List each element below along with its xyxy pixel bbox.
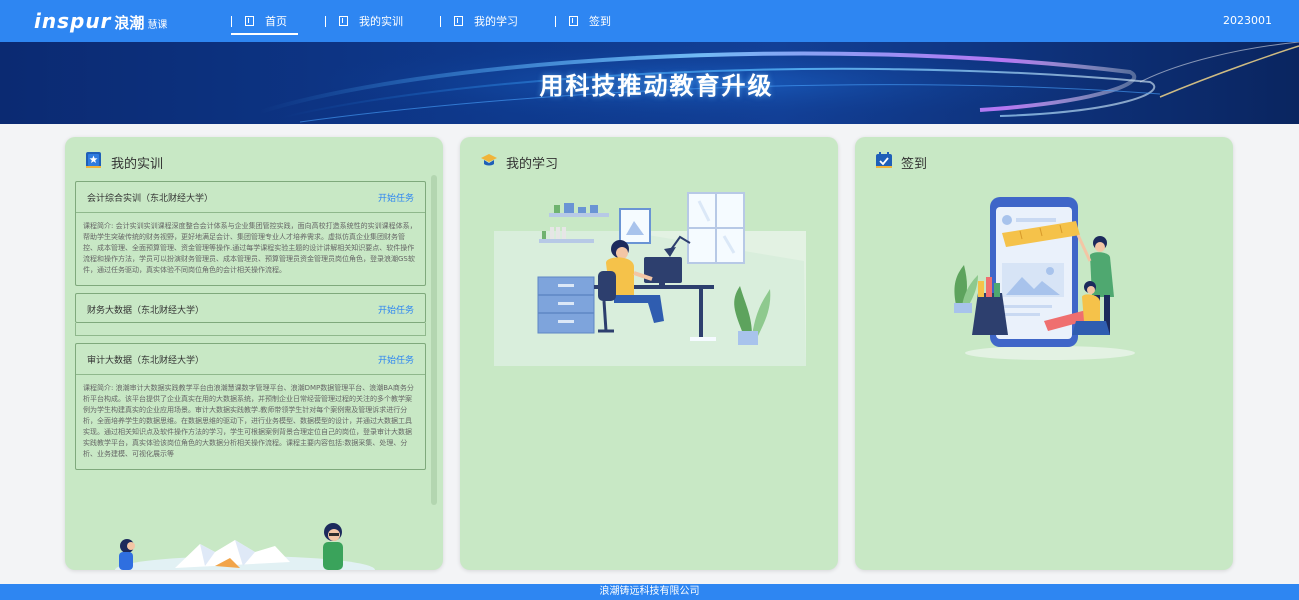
nav-item-label: 我的学习 (474, 15, 518, 28)
card-header: 签到 (875, 151, 927, 173)
card-title: 我的实训 (111, 156, 164, 172)
nav-item-label: 首页 (265, 15, 287, 28)
footer-company-name: 浪潮铸远科技有限公司 (599, 586, 700, 597)
start-task-link[interactable]: 开始任务 (378, 303, 414, 316)
logo-sub-text: 慧课 (147, 20, 168, 31)
user-id[interactable]: 2023001 (1223, 14, 1272, 27)
nav-separator (325, 15, 326, 27)
task-header[interactable]: 审计大数据（东北财经大学） 开始任务 (76, 344, 425, 374)
my-learning-card: 我的学习 (460, 137, 838, 570)
book-icon (245, 16, 254, 26)
inspur-logo[interactable]: inspur 浪潮 慧课 (34, 9, 167, 33)
nav-item-check-in[interactable]: 签到 (555, 0, 611, 42)
training-task-list[interactable]: 会计综合实训（东北财经大学） 开始任务 课程简介: 会计实训实训课程深度整合会计… (75, 181, 433, 536)
card-title: 签到 (901, 156, 928, 172)
graduation-cap-icon (480, 151, 498, 173)
phone-checkin-illustration (954, 197, 1135, 360)
task-title: 审计大数据（东北财经大学） (87, 355, 205, 366)
calendar-check-icon (875, 151, 893, 173)
task-item: 财务大数据（东北财经大学） 开始任务 (75, 293, 426, 323)
task-collapsed-body (75, 323, 426, 336)
banner-title: 用科技推动教育升级 (539, 71, 774, 100)
task-title: 会计综合实训（东北财经大学） (87, 193, 214, 204)
nav-item-label: 我的实训 (359, 15, 403, 28)
logo-cn-text: 浪潮 (114, 14, 145, 32)
footer: 浪潮铸远科技有限公司 (0, 584, 1299, 600)
star-book-icon (85, 151, 103, 173)
task-header[interactable]: 会计综合实训（东北财经大学） 开始任务 (76, 182, 425, 212)
task-item: 审计大数据（东北财经大学） 开始任务 课程简介: 浪潮审计大数据实践教学平台由浪… (75, 343, 426, 470)
task-list-scrollbar[interactable] (431, 175, 437, 505)
logo-brand-text: inspur (34, 9, 112, 33)
task-title: 财务大数据（东北财经大学） (87, 305, 205, 316)
hero-banner: 用科技推动教育升级 (0, 42, 1299, 124)
check-in-card: 签到 (855, 137, 1233, 570)
people-illustration (115, 523, 375, 570)
nav-separator (440, 15, 441, 27)
task-header[interactable]: 财务大数据（东北财经大学） 开始任务 (76, 294, 425, 324)
task-item: 会计综合实训（东北财经大学） 开始任务 课程简介: 会计实训实训课程深度整合会计… (75, 181, 426, 286)
nav-item-label: 签到 (589, 15, 611, 28)
top-navigation-bar: inspur 浪潮 慧课 首页 我的实训 我的学习 签到 2023001 (0, 0, 1299, 42)
book-icon (339, 16, 348, 26)
my-training-card: 我的实训 会计综合实训（东北财经大学） 开始任务 课程简介: 会计实训实训课程深… (65, 137, 443, 570)
start-task-link[interactable]: 开始任务 (378, 191, 414, 204)
book-icon (454, 16, 463, 26)
start-task-link[interactable]: 开始任务 (378, 353, 414, 366)
study-desk-illustration (494, 192, 806, 366)
nav-item-my-learning[interactable]: 我的学习 (440, 0, 518, 42)
nav-separator (555, 15, 556, 27)
task-description: 课程简介: 浪潮审计大数据实践教学平台由浪潮慧课数字管理平台、浪潮DMP数据管理… (76, 374, 425, 469)
book-icon (569, 16, 578, 26)
card-header: 我的实训 (85, 151, 163, 173)
card-header: 我的学习 (480, 151, 558, 173)
nav-item-home[interactable]: 首页 (231, 0, 298, 42)
nav-item-my-training[interactable]: 我的实训 (325, 0, 403, 42)
nav-separator (231, 15, 232, 27)
task-description: 课程简介: 会计实训实训课程深度整合会计体系与企业集团管控实践，面向高校打造系统… (76, 212, 425, 285)
card-title: 我的学习 (506, 156, 559, 172)
